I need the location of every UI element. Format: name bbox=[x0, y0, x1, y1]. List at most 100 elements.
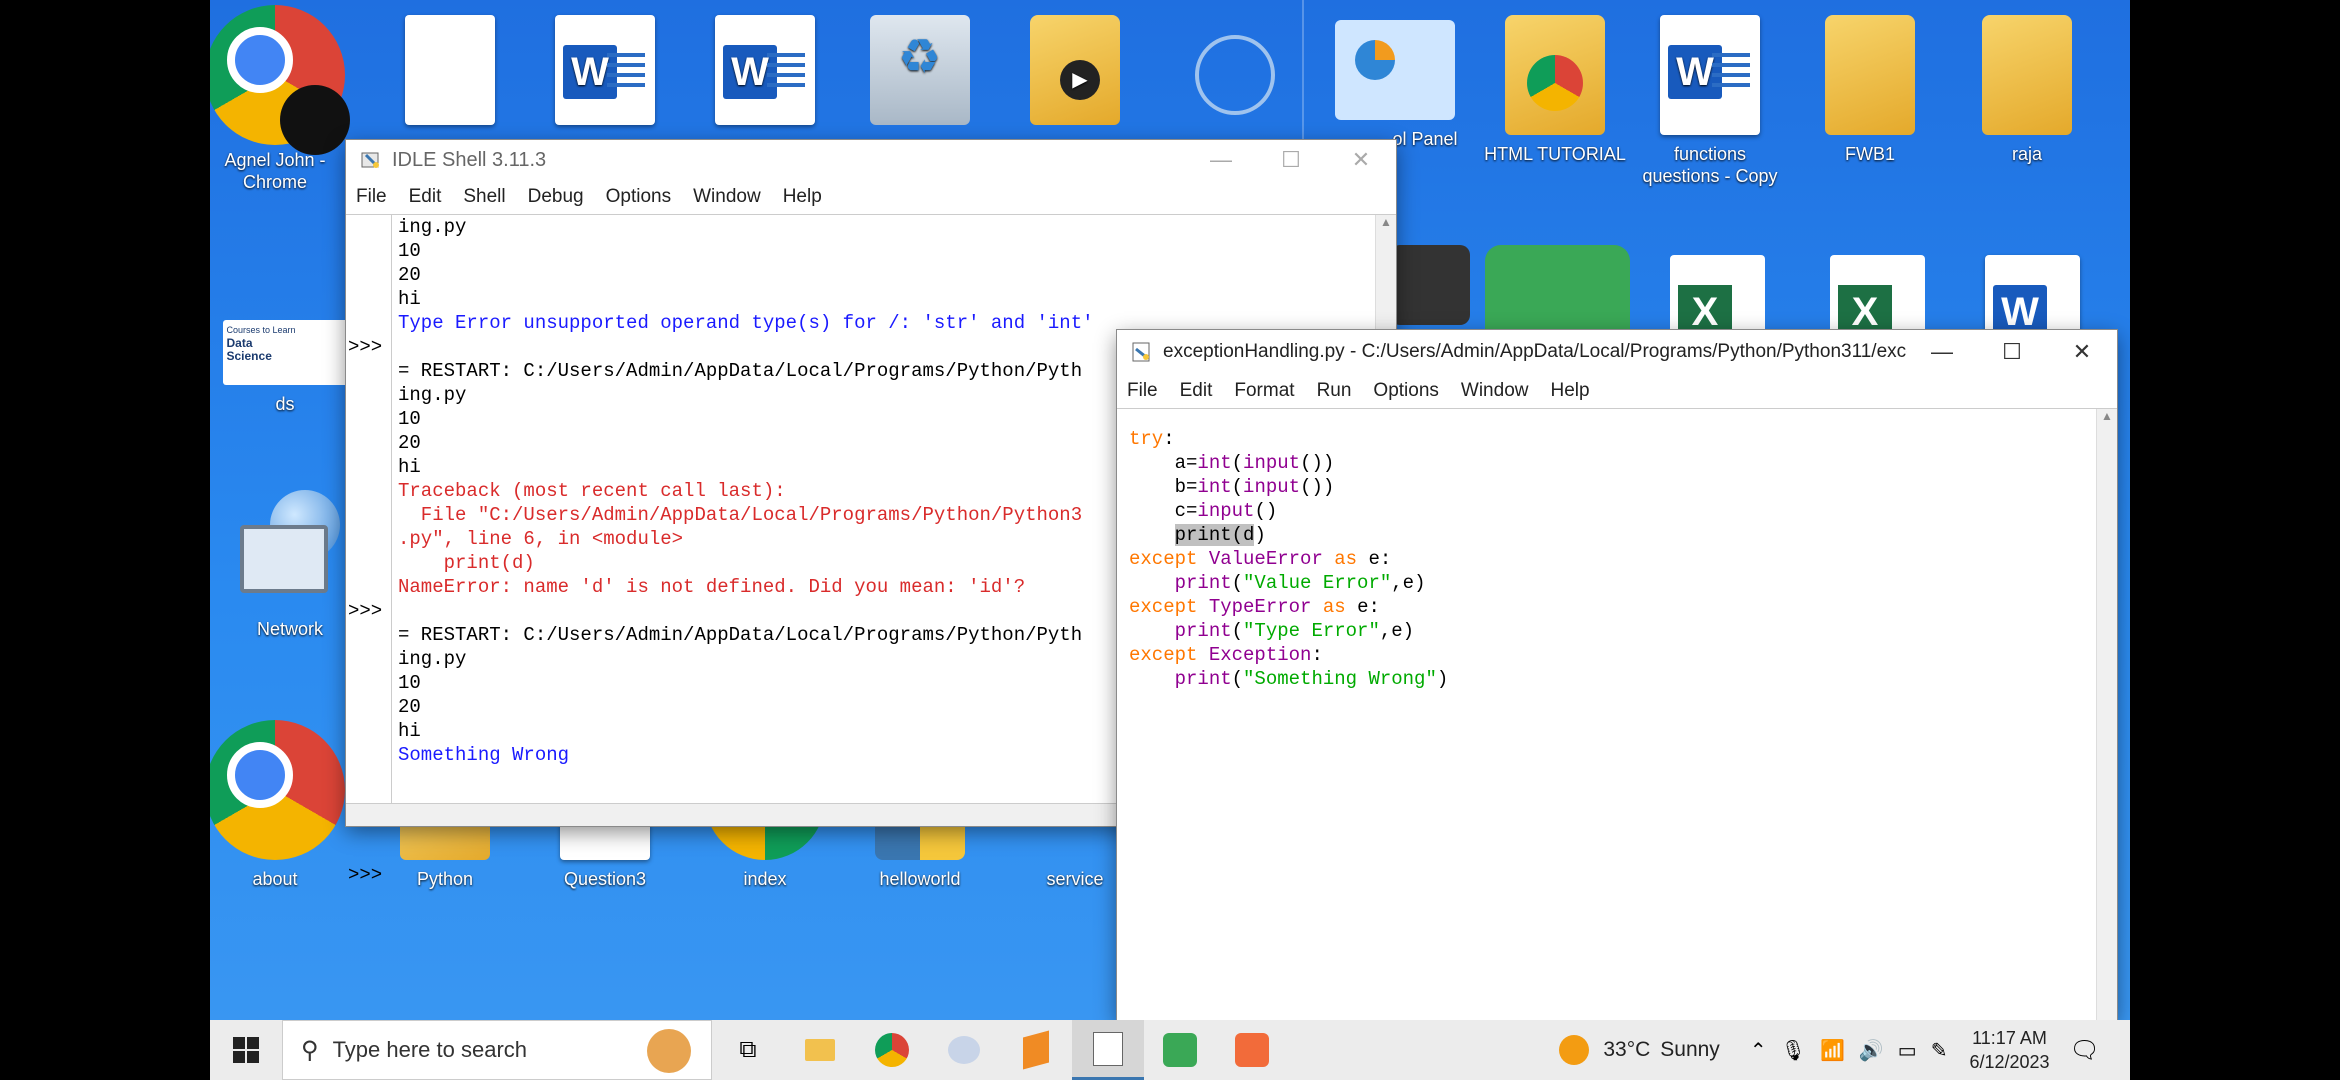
avatar bbox=[280, 85, 350, 155]
code-token: input bbox=[1197, 500, 1255, 522]
shell-title: IDLE Shell 3.11.3 bbox=[392, 148, 547, 171]
code-line: except ValueError as e: bbox=[1129, 547, 1448, 571]
code-line: print(d) bbox=[1129, 523, 1448, 547]
code-token: print bbox=[1174, 620, 1232, 642]
sublime-button[interactable] bbox=[1000, 1020, 1072, 1080]
code-token: except bbox=[1129, 548, 1198, 570]
desktop-icon-label: Python bbox=[416, 869, 474, 889]
desktop-icon-ds[interactable]: Courses to Learn Data Science ds bbox=[220, 320, 350, 415]
shell-titlebar[interactable]: IDLE Shell 3.11.3 — ☐ ✕ bbox=[346, 140, 1396, 180]
menu-window[interactable]: Window bbox=[1461, 380, 1529, 402]
weather-condition: Sunny bbox=[1660, 1038, 1720, 1061]
task-view-button[interactable]: ⧉ bbox=[712, 1020, 784, 1080]
desktop-icon-functions-questions[interactable]: W functions questions - Copy bbox=[1635, 15, 1785, 187]
desktop-icon-agnel-chrome[interactable]: Agnel John - Chrome bbox=[210, 5, 350, 193]
maximize-button[interactable]: ☐ bbox=[1977, 332, 2047, 372]
taskbar-search-box[interactable]: ⚲ Type here to search bbox=[282, 1020, 712, 1080]
menu-file[interactable]: File bbox=[1127, 380, 1158, 402]
chrome-icon bbox=[210, 720, 345, 860]
menu-options[interactable]: Options bbox=[1373, 380, 1438, 402]
weather-widget[interactable]: 33°C Sunny bbox=[1559, 1035, 1720, 1065]
code-token: input bbox=[1243, 476, 1301, 498]
menu-shell[interactable]: Shell bbox=[463, 186, 505, 208]
desktop-icon-word-1[interactable]: W bbox=[530, 15, 680, 133]
notification-icon[interactable]: 🗨 bbox=[2070, 1036, 2100, 1065]
camtasia-recorder-button[interactable] bbox=[1216, 1020, 1288, 1080]
minimize-button[interactable]: — bbox=[1186, 140, 1256, 180]
code-token: ()) bbox=[1300, 476, 1335, 498]
menu-window[interactable]: Window bbox=[693, 186, 761, 208]
desktop-icon-recycle-bin[interactable]: ♻ bbox=[845, 15, 995, 133]
task-view-icon: ⧉ bbox=[739, 1036, 757, 1063]
menu-edit[interactable]: Edit bbox=[409, 186, 442, 208]
paint-button[interactable] bbox=[928, 1020, 1000, 1080]
code-token: "Type Error" bbox=[1243, 620, 1380, 642]
editor-code[interactable]: try: a=int(input()) b=int(input()) c=inp… bbox=[1129, 427, 1448, 691]
menu-run[interactable]: Run bbox=[1317, 380, 1352, 402]
pen-icon[interactable]: ✎ bbox=[1931, 1038, 1948, 1063]
scroll-up-arrow-icon[interactable]: ▲ bbox=[1376, 215, 1396, 229]
desktop-icon-excel-2[interactable]: X bbox=[1830, 255, 1925, 339]
editor-window[interactable]: exceptionHandling.py - C:/Users/Admin/Ap… bbox=[1117, 330, 2117, 1021]
clock[interactable]: 11:17 AM 6/12/2023 bbox=[1969, 1026, 2049, 1074]
desktop-icon-camera[interactable] bbox=[1390, 245, 1470, 325]
desktop-icon-camtasia[interactable] bbox=[1485, 245, 1630, 335]
shell-menubar: File Edit Shell Debug Options Window Hel… bbox=[346, 180, 1396, 214]
selected-code-token: print(d bbox=[1174, 524, 1255, 546]
start-button[interactable] bbox=[210, 1020, 282, 1080]
maximize-button[interactable]: ☐ bbox=[1256, 140, 1326, 180]
network-icon[interactable]: 📶 bbox=[1820, 1038, 1845, 1063]
editor-content[interactable]: try: a=int(input()) b=int(input()) c=inp… bbox=[1117, 408, 2117, 1021]
menu-options[interactable]: Options bbox=[606, 186, 671, 208]
camtasia-button[interactable] bbox=[1144, 1020, 1216, 1080]
desktop-icon-sync[interactable] bbox=[1160, 15, 1310, 123]
editor-titlebar[interactable]: exceptionHandling.py - C:/Users/Admin/Ap… bbox=[1117, 330, 2117, 374]
menu-help[interactable]: Help bbox=[1550, 380, 1589, 402]
idle-button[interactable] bbox=[1072, 1020, 1144, 1080]
close-button[interactable]: ✕ bbox=[1326, 140, 1396, 180]
desktop-icon-label: Question3 bbox=[563, 869, 647, 889]
desktop-icon-raja[interactable]: raja bbox=[1952, 15, 2102, 165]
editor-scrollbar[interactable]: ▲ bbox=[2096, 409, 2117, 1021]
shell-output-line: 10 bbox=[398, 240, 421, 262]
chrome-button[interactable] bbox=[856, 1020, 928, 1080]
desktop-icon-excel-1[interactable]: X bbox=[1670, 255, 1765, 339]
python-file-icon bbox=[1132, 342, 1150, 362]
sublime-icon bbox=[1023, 1030, 1049, 1070]
code-token: e: bbox=[1345, 596, 1380, 618]
paint-icon bbox=[948, 1036, 980, 1064]
desktop-icon-about[interactable]: about bbox=[210, 720, 350, 890]
menu-file[interactable]: File bbox=[356, 186, 387, 208]
minimize-button[interactable]: — bbox=[1907, 332, 1977, 372]
menu-debug[interactable]: Debug bbox=[528, 186, 584, 208]
weather-temp: 33°C bbox=[1603, 1038, 1651, 1061]
desktop-icon-fwb1[interactable]: FWB1 bbox=[1795, 15, 1945, 165]
menu-edit[interactable]: Edit bbox=[1180, 380, 1213, 402]
idle-app-icon bbox=[361, 152, 379, 168]
code-token: c= bbox=[1129, 500, 1198, 522]
desktop-icon-html-tutorial[interactable]: HTML TUTORIAL bbox=[1480, 15, 1630, 165]
desktop-icon-network[interactable]: Network bbox=[215, 490, 365, 640]
search-placeholder: Type here to search bbox=[332, 1037, 528, 1062]
shell-prompt-gutter: >>> >>> >>> bbox=[346, 215, 392, 886]
file-explorer-button[interactable] bbox=[784, 1020, 856, 1080]
clock-time: 11:17 AM bbox=[1972, 1028, 2047, 1048]
desktop-icon-word-3[interactable]: W bbox=[1985, 255, 2080, 339]
desktop-icon-media[interactable]: ▶ bbox=[1000, 15, 1150, 133]
media-folder-icon: ▶ bbox=[1030, 15, 1120, 125]
desktop-icon-word-2[interactable]: W bbox=[690, 15, 840, 133]
chevron-up-icon[interactable]: ⌃ bbox=[1750, 1038, 1767, 1063]
close-button[interactable]: ✕ bbox=[2047, 332, 2117, 372]
code-token: : bbox=[1163, 428, 1175, 450]
desktop-icon-control-panel[interactable]: ol Panel bbox=[1320, 15, 1470, 150]
menu-format[interactable]: Format bbox=[1234, 380, 1294, 402]
volume-icon[interactable]: 🔊 bbox=[1859, 1038, 1884, 1063]
battery-icon[interactable]: ▭ bbox=[1898, 1038, 1917, 1063]
scroll-up-arrow-icon[interactable]: ▲ bbox=[2097, 409, 2117, 423]
desktop-icon-doc[interactable] bbox=[375, 15, 525, 133]
microphone-icon[interactable]: 🎙 bbox=[1781, 1038, 1806, 1063]
menu-help[interactable]: Help bbox=[783, 186, 822, 208]
